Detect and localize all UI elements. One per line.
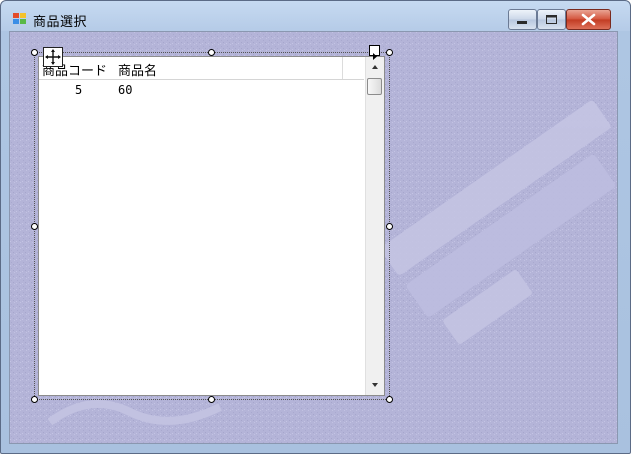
resize-handle-top-left[interactable] [31,49,38,56]
table-row[interactable]: 5 60 [39,83,364,101]
resize-handle-bottom-left[interactable] [31,396,38,403]
form-app-icon [13,13,26,24]
resize-handle-left[interactable] [31,223,38,230]
smart-tag-arrow-icon [373,53,377,60]
minimize-button[interactable] [508,9,537,30]
scrollbar-thumb[interactable] [367,78,382,95]
title-bar[interactable]: 商品選択 [1,1,630,31]
product-grid[interactable]: 商品コード 商品名 5 60 [38,56,385,396]
column-header-name[interactable]: 商品名 [118,60,157,79]
minimize-icon [517,21,527,24]
resize-handle-top-right[interactable] [386,49,393,56]
resize-handle-right[interactable] [386,223,393,230]
scroll-down-icon[interactable] [366,376,384,393]
smart-tag-button[interactable] [369,45,380,60]
vertical-scrollbar[interactable] [365,57,384,395]
maximize-button[interactable] [537,9,566,30]
resize-handle-bottom[interactable] [208,396,215,403]
form-window: 商品選択 商品コード 商品名 5 60 [0,0,631,454]
resize-handle-top[interactable] [208,49,215,56]
grid-header: 商品コード 商品名 [39,57,364,80]
scroll-up-icon[interactable] [366,59,384,76]
close-button[interactable] [566,9,611,30]
window-title: 商品選択 [33,15,88,30]
maximize-icon [546,15,557,24]
column-separator [342,57,343,79]
move-cross-icon [45,49,61,65]
move-handle[interactable] [43,47,63,67]
cell-product-name: 60 [118,83,133,97]
close-icon [581,13,596,26]
resize-handle-bottom-right[interactable] [386,396,393,403]
cell-product-code: 5 [75,83,83,97]
